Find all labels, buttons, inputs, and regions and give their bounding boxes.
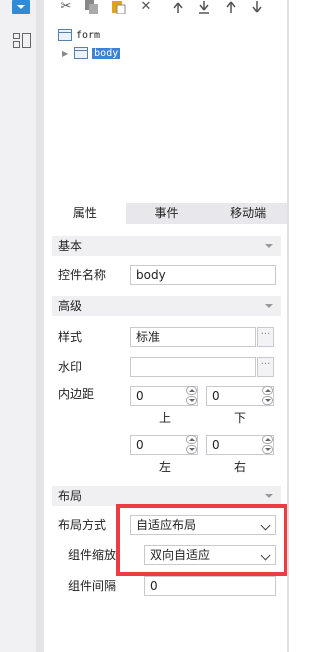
app-root: ✂ ✕ form ▶ body 属性 事件 移动端 基本 控件名称 body 高… — [0, 0, 289, 652]
tree-item-label: form — [76, 29, 101, 41]
cut-icon[interactable]: ✂ — [58, 0, 74, 16]
paste-icon[interactable] — [111, 0, 127, 16]
chevron-down-icon — [265, 494, 273, 498]
tree-item-label: body — [92, 47, 121, 59]
move-top-icon[interactable] — [170, 0, 186, 16]
stepper-value: 0 — [136, 438, 144, 452]
section-title: 高级 — [58, 299, 83, 313]
watermark-field[interactable] — [130, 357, 256, 377]
panel-divider[interactable] — [36, 0, 44, 652]
stepper-arrows[interactable] — [185, 435, 198, 455]
section-title: 布局 — [58, 489, 83, 503]
tab-mobile[interactable]: 移动端 — [207, 203, 289, 224]
watermark-label: 水印 — [58, 360, 83, 374]
watermark-more-button[interactable]: ··· — [257, 357, 274, 377]
padding-right-label: 右 — [234, 460, 247, 474]
highlight-box — [116, 504, 288, 576]
padding-right-stepper[interactable]: 0 — [206, 435, 274, 455]
component-gap-label: 组件间隔 — [68, 579, 117, 593]
left-sidebar — [0, 0, 36, 652]
move-up-icon[interactable] — [223, 0, 239, 16]
control-name-label: 控件名称 — [58, 268, 107, 282]
style-label: 样式 — [58, 330, 83, 344]
dropdown-icon[interactable] — [12, 0, 30, 14]
chevron-down-icon — [265, 304, 273, 308]
section-basic[interactable]: 基本 — [52, 236, 281, 256]
style-field[interactable]: 标准 — [130, 327, 256, 347]
tree-item-form[interactable]: form — [58, 26, 100, 44]
scrollbar[interactable] — [287, 0, 289, 652]
padding-bottom-label: 下 — [234, 411, 247, 425]
section-advanced[interactable]: 高级 — [52, 296, 281, 316]
layout-icon[interactable] — [13, 33, 31, 48]
stepper-value: 0 — [212, 389, 220, 403]
tab-events[interactable]: 事件 — [126, 203, 208, 224]
padding-bottom-stepper[interactable]: 0 — [206, 386, 274, 406]
style-more-button[interactable]: ··· — [257, 327, 274, 347]
padding-top-label: 上 — [159, 411, 172, 425]
section-title: 基本 — [58, 239, 83, 253]
stepper-arrows[interactable] — [261, 435, 274, 455]
padding-left-label: 左 — [159, 460, 172, 474]
padding-top-stepper[interactable]: 0 — [130, 386, 198, 406]
stepper-value: 0 — [212, 438, 220, 452]
layout-mode-label: 布局方式 — [58, 518, 107, 532]
move-down-icon[interactable] — [249, 0, 265, 16]
move-bottom-icon[interactable] — [196, 0, 212, 16]
stepper-value: 0 — [136, 389, 144, 403]
expand-arrow-icon[interactable]: ▶ — [62, 49, 68, 58]
stepper-arrows[interactable] — [261, 386, 274, 406]
component-gap-field[interactable]: 0 — [144, 576, 276, 596]
delete-icon[interactable]: ✕ — [138, 0, 154, 16]
padding-label: 内边距 — [58, 387, 95, 401]
tab-properties[interactable]: 属性 — [44, 203, 126, 224]
chevron-down-icon — [265, 244, 273, 248]
padding-left-stepper[interactable]: 0 — [130, 435, 198, 455]
toolbar: ✂ ✕ — [44, 0, 289, 20]
tab-bar: 属性 事件 移动端 — [44, 203, 289, 224]
form-icon — [58, 29, 72, 41]
tree-item-body[interactable]: ▶ body — [62, 44, 121, 62]
section-layout[interactable]: 布局 — [52, 486, 281, 506]
body-icon — [74, 47, 89, 59]
copy-icon[interactable] — [84, 0, 100, 16]
control-name-field[interactable]: body — [130, 265, 276, 285]
stepper-arrows[interactable] — [185, 386, 198, 406]
